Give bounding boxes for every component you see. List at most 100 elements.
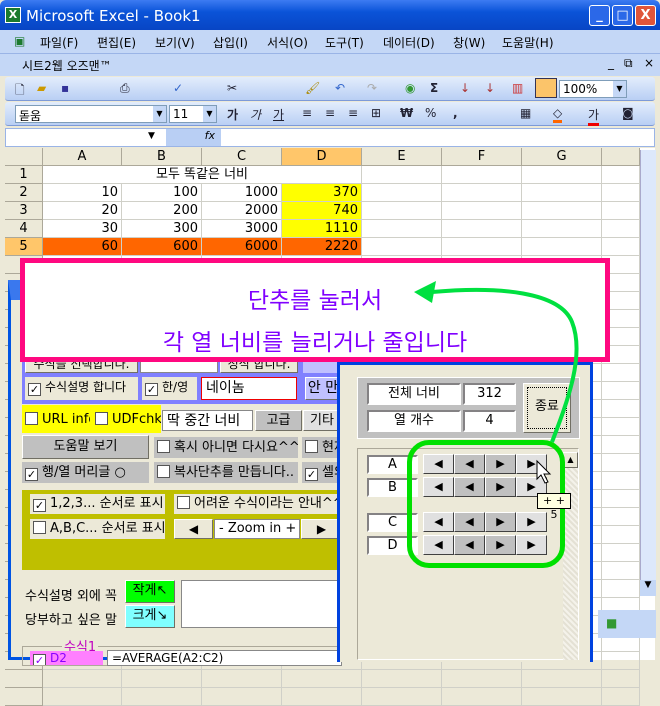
advanced-button[interactable]: 고급 (255, 410, 302, 431)
column-header[interactable]: A (43, 148, 122, 166)
menu-format[interactable]: 서식(O) (267, 34, 308, 51)
cell[interactable]: 6000 (202, 238, 282, 256)
cell[interactable] (602, 220, 640, 238)
udfchk-checkbox[interactable]: UDFchk (92, 409, 161, 430)
row-header[interactable]: 2 (5, 184, 43, 202)
format-painter-icon[interactable]: 🖌 (305, 81, 320, 95)
3d-box-icon[interactable]: ■ (606, 616, 617, 630)
cell[interactable] (442, 238, 522, 256)
cell[interactable] (602, 166, 640, 184)
row-header[interactable]: 3 (5, 202, 43, 220)
cell[interactable]: 1110 (282, 220, 362, 238)
merge-center-icon[interactable]: ⊞ (371, 106, 381, 120)
cell[interactable] (442, 184, 522, 202)
row-header[interactable] (5, 688, 43, 706)
cell[interactable] (602, 202, 640, 220)
cell[interactable] (442, 166, 522, 184)
cell[interactable]: 100 (122, 184, 202, 202)
italic-button[interactable]: 가 (250, 106, 261, 123)
maybe-checkbox[interactable]: 혹시 아니면 다시요^^ (154, 437, 298, 458)
autosum-icon[interactable]: Σ (430, 81, 438, 95)
cell[interactable] (522, 202, 602, 220)
cell[interactable] (522, 166, 602, 184)
currency-button[interactable]: ₩ (400, 106, 413, 120)
cell[interactable] (602, 472, 640, 490)
workbook-icon[interactable]: ▣ (14, 34, 25, 48)
column-header[interactable]: E (362, 148, 442, 166)
cell[interactable] (602, 508, 640, 526)
row-header[interactable]: 4 (5, 220, 43, 238)
cell[interactable] (522, 670, 602, 688)
minimize-button[interactable]: _ (589, 5, 610, 26)
cell[interactable] (202, 670, 282, 688)
column-header[interactable]: F (442, 148, 522, 166)
borders-icon[interactable]: ▦ (520, 106, 531, 120)
cell[interactable] (522, 184, 602, 202)
memo-textbox[interactable] (181, 580, 342, 628)
cell[interactable] (602, 652, 640, 670)
name-input[interactable]: 네이놈 (201, 377, 297, 400)
cell[interactable]: 3000 (202, 220, 282, 238)
zoom-select[interactable]: 100% ▼ (559, 80, 627, 98)
cell[interactable] (122, 688, 202, 706)
cell[interactable]: 1000 (202, 184, 282, 202)
select-all-corner[interactable] (5, 148, 43, 166)
cell[interactable] (202, 688, 282, 706)
cell[interactable]: 370 (282, 184, 362, 202)
cell[interactable] (602, 418, 640, 436)
order-number-checkbox[interactable]: ✓ 1,2,3... 순서로 표시 (30, 494, 165, 514)
formula-input[interactable] (221, 129, 654, 146)
menu-insert[interactable]: 삽입(I) (213, 34, 248, 51)
bold-button[interactable]: 가 (227, 106, 238, 123)
cell[interactable]: 200 (122, 202, 202, 220)
merged-title-cell[interactable]: 모두 똑같은 너비 (43, 166, 362, 184)
column-header[interactable]: G (522, 148, 602, 166)
cell[interactable] (362, 202, 442, 220)
url-info-checkbox[interactable]: URL info (22, 409, 90, 430)
doc-minimize-button[interactable]: _ (608, 56, 614, 70)
doc-close-button[interactable]: × (644, 56, 654, 70)
cell[interactable] (522, 688, 602, 706)
cell[interactable] (43, 670, 122, 688)
menu-tools[interactable]: 도구(T) (325, 34, 364, 51)
fill-color-icon[interactable]: ◇ (553, 106, 563, 123)
menu-data[interactable]: 데이터(D) (383, 34, 435, 51)
explain-checkbox[interactable]: ✓ 수식설명 합니다 (25, 377, 138, 400)
cell[interactable] (522, 238, 602, 256)
cell[interactable] (43, 688, 122, 706)
cell[interactable] (602, 580, 640, 598)
formula-field[interactable]: =AVERAGE(A2:C2) (107, 650, 342, 666)
order-alpha-checkbox[interactable]: A,B,C... 순서로 표시 (30, 519, 165, 539)
cell[interactable]: 740 (282, 202, 362, 220)
undo-icon[interactable]: ↶ (335, 81, 345, 95)
cell[interactable] (602, 562, 640, 580)
column-header[interactable]: D (282, 148, 362, 166)
doc-restore-button[interactable]: ⧉ (624, 56, 633, 71)
cell[interactable] (362, 166, 442, 184)
column-header[interactable] (602, 148, 640, 166)
cell[interactable] (602, 526, 640, 544)
cell[interactable] (602, 688, 640, 706)
cell[interactable] (362, 238, 442, 256)
cell[interactable] (602, 400, 640, 418)
width-field[interactable]: 딱 중간 너비 (162, 410, 253, 431)
menu-help[interactable]: 도움말(H) (502, 34, 554, 51)
column-header[interactable]: B (122, 148, 202, 166)
cell[interactable] (442, 670, 522, 688)
cell[interactable]: 600 (122, 238, 202, 256)
cell[interactable] (602, 364, 640, 382)
hard-formula-checkbox[interactable]: 어려운 수식이라는 안내^^ (174, 494, 342, 514)
cell[interactable] (282, 670, 362, 688)
cell[interactable] (282, 688, 362, 706)
headers-checkbox[interactable]: ✓ 행/열 머리글 ○ (22, 462, 149, 483)
underline-button[interactable]: 가 (273, 106, 284, 123)
cell[interactable]: 10 (43, 184, 122, 202)
menu-view[interactable]: 보기(V) (155, 34, 195, 51)
vertical-scrollbar[interactable] (640, 150, 656, 590)
scroll-up-icon[interactable]: ▲ (563, 452, 578, 468)
chevron-down-icon[interactable]: ▼ (148, 131, 155, 141)
sort-descending-icon[interactable]: ↓ (485, 81, 495, 95)
cell[interactable] (362, 220, 442, 238)
print-icon[interactable]: ⎙ (120, 81, 130, 96)
cell[interactable] (362, 184, 442, 202)
